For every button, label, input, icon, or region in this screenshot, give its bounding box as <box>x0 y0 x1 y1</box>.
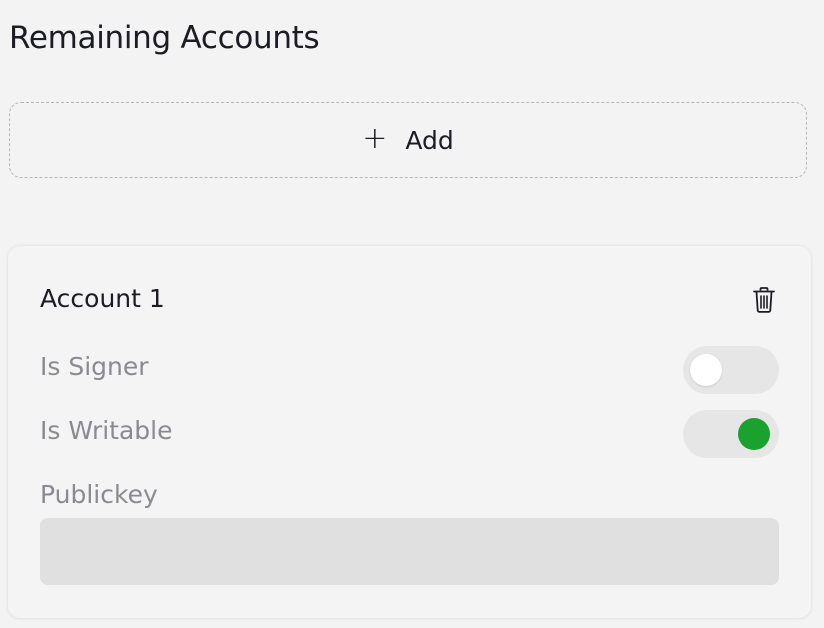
publickey-label: Publickey <box>40 480 158 509</box>
section-title: Remaining Accounts <box>9 20 320 56</box>
is-writable-label: Is Writable <box>40 416 173 445</box>
toggle-knob <box>690 354 722 386</box>
remaining-accounts-panel: Remaining Accounts + Add Account 1 Is Si… <box>0 0 824 628</box>
account-card: Account 1 Is Signer Is Writable Publicke… <box>8 246 811 618</box>
add-account-button[interactable]: + Add <box>9 102 807 178</box>
is-signer-label: Is Signer <box>40 352 149 381</box>
trash-icon[interactable] <box>753 287 775 313</box>
account-title: Account 1 <box>40 284 165 313</box>
toggle-knob <box>738 418 770 450</box>
plus-icon: + <box>362 120 388 156</box>
add-button-label: Add <box>405 125 454 155</box>
is-writable-toggle[interactable] <box>683 410 779 458</box>
publickey-input[interactable] <box>40 518 779 585</box>
is-signer-toggle[interactable] <box>683 346 779 394</box>
